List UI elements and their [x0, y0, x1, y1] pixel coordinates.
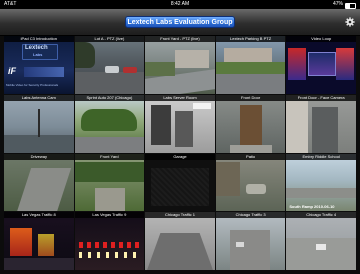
camera-tile-front-door-face-camera[interactable]: Front Door - Face Camera [286, 94, 356, 153]
door [239, 104, 262, 149]
camera-tile-las-vegas-traffic-9[interactable]: Las Vegas Traffic 9 [74, 212, 145, 270]
car [104, 66, 119, 73]
camera-label: Front Yard - PTZ (live) [145, 36, 215, 42]
status-bar: AT&T 8:42 AM 47% [0, 0, 360, 9]
path [94, 187, 125, 212]
battery-indicator: 47% [333, 0, 356, 9]
camera-label: Las Vegas Traffic 8 [4, 212, 74, 219]
camera-tile-patio[interactable]: Patio [215, 153, 286, 212]
camera-label: Chicago Traffic 1 [145, 212, 215, 219]
driveway-surface [16, 167, 72, 212]
road [4, 258, 74, 270]
battery-fill [346, 3, 351, 8]
antenna [38, 108, 40, 137]
lextech-logo: Lextech [25, 45, 48, 51]
camera-tile-front-yard-ptz[interactable]: Front Yard - PTZ (live) [145, 36, 215, 94]
camera-label: Front Door [215, 94, 286, 101]
runway [286, 187, 356, 198]
tail-lights [78, 242, 139, 249]
camera-tile-labs-server-room[interactable]: Labs Server Room [145, 94, 215, 153]
camera-label: Lextech Parking B PTZ [215, 36, 286, 42]
road [74, 136, 145, 153]
camera-label: Patio [215, 153, 286, 160]
loop-frame-right [336, 48, 355, 80]
camera-tile-chicago-traffic-1[interactable]: Chicago Traffic 1 [145, 212, 215, 270]
camera-label: Lot A - PTZ (live) [74, 36, 145, 42]
nav-bar: Lextech Labs Evaluation Group [0, 9, 360, 36]
camera-tile-lextech-parking-b-ptz[interactable]: Lextech Parking B PTZ [215, 36, 286, 94]
highway [286, 238, 356, 270]
clock: 8:42 AM [170, 1, 190, 7]
camera-label: Front Yard [74, 153, 145, 160]
traffic [235, 242, 244, 248]
building [223, 48, 272, 62]
doorstep [229, 144, 272, 153]
camera-tile-embry-riddle-school[interactable]: Embry Riddle School South Ramp 2010-06-1… [286, 153, 356, 212]
head-lights [78, 252, 139, 259]
camera-tile-lot-a-ptz[interactable]: Lot A - PTZ (live) [74, 36, 145, 94]
city-lights [10, 228, 32, 257]
garage-dark-frame [151, 167, 210, 206]
app-graphic [24, 67, 64, 77]
camera-label: iPad C3 Introduction [4, 36, 74, 42]
camera-label: Las Vegas Traffic 9 [74, 212, 145, 219]
camera-tile-labs-antenna-cam[interactable]: Labs Antenna Cam [4, 94, 74, 153]
embry-timestamp-overlay: South Ramp 2010-06-10 [289, 204, 335, 210]
tree [74, 42, 95, 68]
camera-tile-ipad-c3-introduction[interactable]: iPad C3 Introduction Lextech Labs iF Mob… [4, 36, 74, 94]
camera-grid: iPad C3 Introduction Lextech Labs iF Mob… [4, 36, 356, 270]
camera-label: Chicago Traffic 3 [215, 212, 286, 219]
camera-label: Front Door - Face Camera [286, 94, 356, 101]
camera-tile-chicago-traffic-3[interactable]: Chicago Traffic 3 [215, 212, 286, 270]
camera-tile-front-yard[interactable]: Front Yard [74, 153, 145, 212]
ipad-screen: AT&T 8:42 AM 47% Lextech Labs Evaluation… [0, 0, 360, 274]
camera-tile-sprint-auto-207-chicago[interactable]: Sprint Auto 207 (Chicago) [74, 94, 145, 153]
loop-frame-center [308, 52, 337, 76]
camera-label: Chicago Traffic 4 [286, 212, 356, 219]
city-lights [38, 234, 54, 257]
parking-lot [74, 72, 145, 94]
group-title-button[interactable]: Lextech Labs Evaluation Group [125, 16, 235, 28]
loop-frame-left [288, 48, 307, 80]
camera-label: Labs Server Room [145, 94, 215, 101]
highway [145, 233, 215, 270]
patio-furniture [245, 183, 266, 194]
gear-icon[interactable] [345, 17, 355, 27]
camera-tile-front-door[interactable]: Front Door [215, 94, 286, 153]
camera-label: Labs Antenna Cam [4, 94, 74, 101]
tagline: Mobile Video for Security Professionals [6, 83, 59, 87]
camera-label: Sprint Auto 207 (Chicago) [74, 94, 145, 101]
wall [286, 100, 309, 153]
trees [74, 161, 145, 182]
ceiling-light [193, 102, 212, 109]
fence [215, 161, 240, 196]
camera-label: Driveway [4, 153, 74, 160]
camera-label: Video Loop [286, 36, 356, 42]
traffic [316, 244, 327, 251]
camera-tile-las-vegas-traffic-8[interactable]: Las Vegas Traffic 8 [4, 212, 74, 270]
camera-tile-chicago-traffic-4[interactable]: Chicago Traffic 4 [286, 212, 356, 270]
server-rack [151, 104, 172, 145]
house [175, 50, 210, 68]
grass [215, 62, 286, 74]
camera-tile-garage[interactable]: Garage [145, 153, 215, 212]
trees [80, 108, 137, 131]
camera-tile-driveway[interactable]: Driveway [4, 153, 74, 212]
server-rack [175, 110, 194, 147]
battery-icon [345, 2, 356, 9]
highway [229, 230, 270, 270]
door [312, 106, 339, 153]
labs-logo: Labs [33, 52, 43, 57]
car [122, 67, 137, 73]
camera-label: Embry Riddle School [286, 153, 356, 160]
parking-lot [215, 74, 286, 94]
battery-percent: 47% [332, 1, 343, 7]
camera-label: Garage [145, 153, 215, 160]
lawn [145, 62, 176, 76]
rooftop [4, 134, 74, 153]
app-mark: iF [8, 66, 16, 76]
camera-tile-video-loop[interactable]: Video Loop [286, 36, 356, 94]
